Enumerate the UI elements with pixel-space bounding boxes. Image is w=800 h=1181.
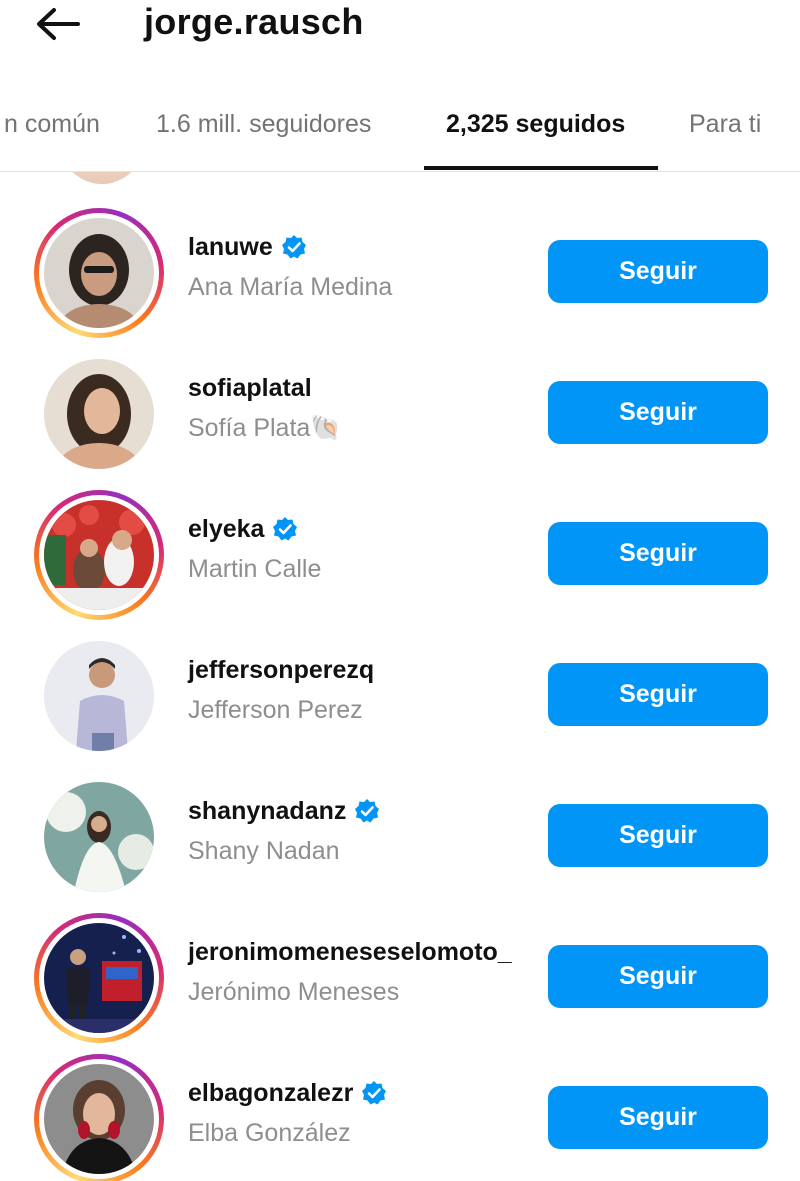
profile-username-title: jorge.rausch [144, 1, 364, 42]
partial-avatar [60, 172, 144, 184]
verified-badge-icon [281, 234, 307, 260]
list-item[interactable]: elbagonzalezr Elba González Seguir [0, 1054, 800, 1181]
username[interactable]: jeffersonperezq [188, 656, 374, 685]
avatar-container[interactable] [34, 631, 164, 761]
list-item[interactable]: elyeka Martin Calle Seguir [0, 490, 800, 631]
arrow-left-icon [37, 8, 80, 40]
username[interactable]: lanuwe [188, 233, 273, 262]
username[interactable]: elbagonzalezr [188, 1079, 353, 1108]
verified-badge-icon [272, 516, 298, 542]
follow-button[interactable]: Seguir [548, 945, 768, 1008]
avatar [44, 923, 154, 1033]
full-name: Jerónimo Meneses [188, 978, 400, 1006]
tab-for-you[interactable]: Para ti [689, 106, 761, 142]
avatar-story-ring[interactable] [34, 208, 164, 338]
full-name: Shany Nadan [188, 837, 340, 865]
username[interactable]: elyeka [188, 515, 264, 544]
avatar [44, 1064, 154, 1174]
follow-button[interactable]: Seguir [548, 804, 768, 867]
avatar [44, 500, 154, 610]
back-button[interactable] [28, 2, 88, 46]
list-item[interactable]: jeffersonperezq Jefferson Perez Seguir [0, 631, 800, 772]
full-name: Ana María Medina [188, 273, 393, 301]
avatar-container[interactable] [34, 772, 164, 902]
tab-followers[interactable]: 1.6 mill. seguidores [156, 106, 371, 142]
follow-button[interactable]: Seguir [548, 663, 768, 726]
follow-button[interactable]: Seguir [548, 1086, 768, 1149]
verified-badge-icon [361, 1080, 387, 1106]
avatar-story-ring[interactable] [34, 913, 164, 1043]
full-name: Sofía Plata🐚 [188, 414, 342, 442]
follow-button[interactable]: Seguir [548, 522, 768, 585]
following-list[interactable]: lanuwe Ana María Medina Seguir sofiaplat… [0, 172, 800, 1181]
username[interactable]: shanynadanz [188, 797, 346, 826]
full-name: Elba González [188, 1119, 351, 1147]
verified-badge-icon [354, 798, 380, 824]
username[interactable]: jeronimomeneseselomoto_ [188, 938, 512, 967]
avatar-container[interactable] [34, 349, 164, 479]
tab-following[interactable]: 2,325 seguidos [446, 106, 625, 142]
follow-button[interactable]: Seguir [548, 381, 768, 444]
avatar [44, 641, 154, 751]
list-item[interactable]: shanynadanz Shany Nadan Seguir [0, 772, 800, 913]
avatar-story-ring[interactable] [34, 1054, 164, 1181]
avatar [44, 218, 154, 328]
username[interactable]: sofiaplatal [188, 374, 312, 403]
tab-mutual[interactable]: n común [4, 106, 100, 142]
follow-tabs: n común 1.6 mill. seguidores 2,325 segui… [0, 92, 800, 172]
avatar [44, 359, 154, 469]
avatar-story-ring[interactable] [34, 490, 164, 620]
top-bar: jorge.rausch [0, 0, 800, 60]
list-item[interactable]: jeronimomeneseselomoto_ Jerónimo Meneses… [0, 913, 800, 1054]
full-name: Martin Calle [188, 555, 322, 583]
avatar [44, 782, 154, 892]
list-item[interactable]: lanuwe Ana María Medina Seguir [0, 208, 800, 349]
active-tab-indicator [424, 166, 658, 170]
list-item[interactable]: sofiaplatal Sofía Plata🐚 Seguir [0, 349, 800, 490]
full-name: Jefferson Perez [188, 696, 363, 724]
follow-button[interactable]: Seguir [548, 240, 768, 303]
